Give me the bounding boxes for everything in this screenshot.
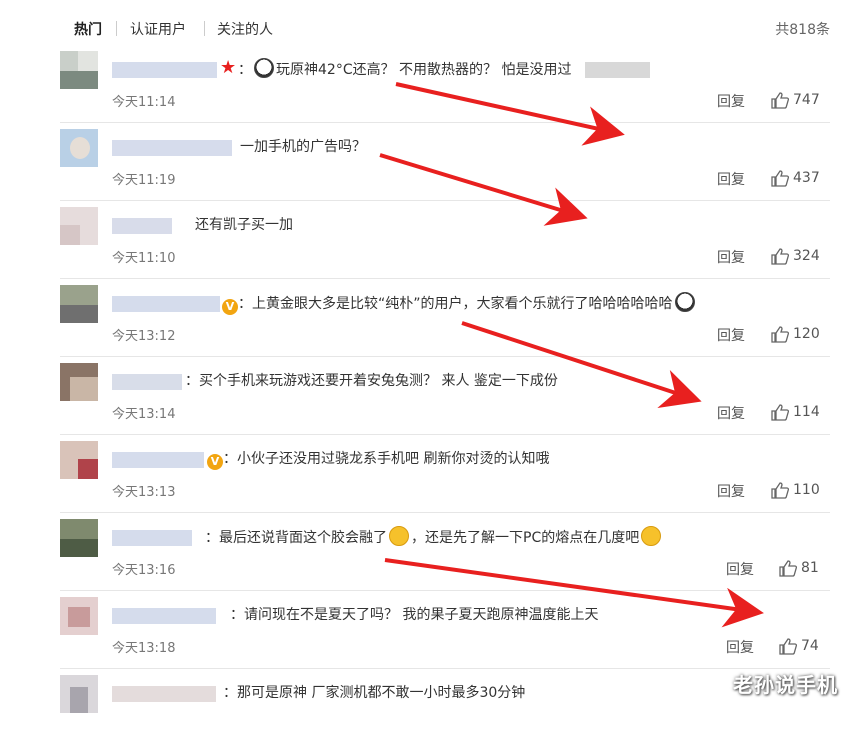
red-arrow <box>461 321 702 409</box>
annotation-arrows <box>379 82 764 628</box>
red-arrow <box>379 153 588 226</box>
watermark: 老孙说手机 <box>733 673 838 697</box>
red-arrow <box>395 82 625 146</box>
red-arrow <box>384 558 764 628</box>
